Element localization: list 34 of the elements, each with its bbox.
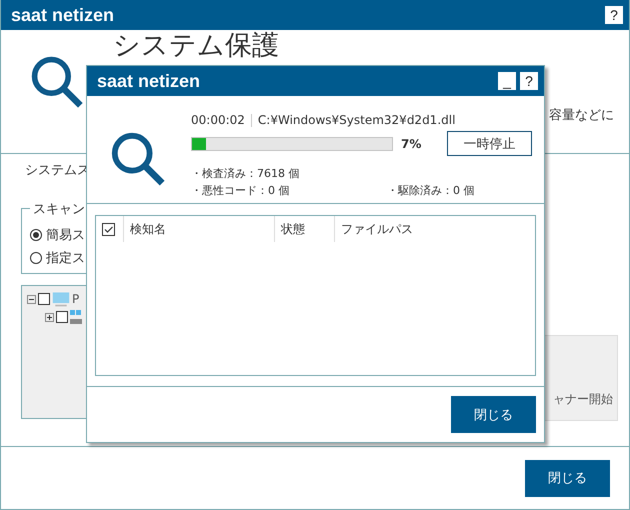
column-header[interactable]: 検知名 (124, 216, 275, 242)
current-file-path: C:¥Windows¥System32¥d2d1.dll (258, 113, 456, 127)
progress-percent: 7% (401, 136, 422, 150)
checkbox[interactable] (38, 293, 50, 305)
radio-icon[interactable] (30, 228, 42, 240)
stat-text: ・悪性コード：0 個 (191, 183, 290, 198)
drive-icon (70, 310, 82, 324)
close-button[interactable]: 閉じる (525, 460, 610, 496)
minimize-button[interactable]: _ (498, 72, 516, 90)
collapse-icon[interactable] (27, 294, 36, 304)
radio-option[interactable]: 指定ス (30, 246, 85, 269)
stat-text: ・検査済み：7618 個 (191, 166, 300, 181)
expand-icon[interactable] (45, 312, 54, 322)
close-button[interactable]: 閉じる (451, 396, 536, 433)
search-icon (109, 130, 167, 188)
stat-text: ・駆除済み：0 個 (387, 183, 476, 198)
radio-option[interactable]: 簡易ス (30, 223, 85, 246)
help-button[interactable]: ? (520, 72, 538, 90)
window-title: saat netizen (11, 4, 114, 26)
search-icon (29, 54, 85, 110)
checkbox[interactable] (102, 222, 115, 236)
dialog-title: saat netizen (97, 70, 200, 92)
description-text: 容量などに (549, 107, 614, 124)
page-title: システム保護 (113, 30, 279, 62)
tree-label[interactable]: P (72, 292, 80, 306)
scan-start-button[interactable]: ャナー開始 (544, 335, 618, 421)
monitor-icon (52, 291, 70, 307)
checkbox[interactable] (56, 311, 68, 323)
elapsed-time: 00:00:02 (191, 113, 245, 127)
radio-icon[interactable] (30, 252, 42, 264)
column-header[interactable]: 状態 (275, 216, 335, 242)
help-button[interactable]: ? (605, 6, 623, 24)
column-header[interactable]: ファイルパス (335, 216, 535, 242)
pause-button[interactable]: 一時停止 (447, 131, 532, 156)
